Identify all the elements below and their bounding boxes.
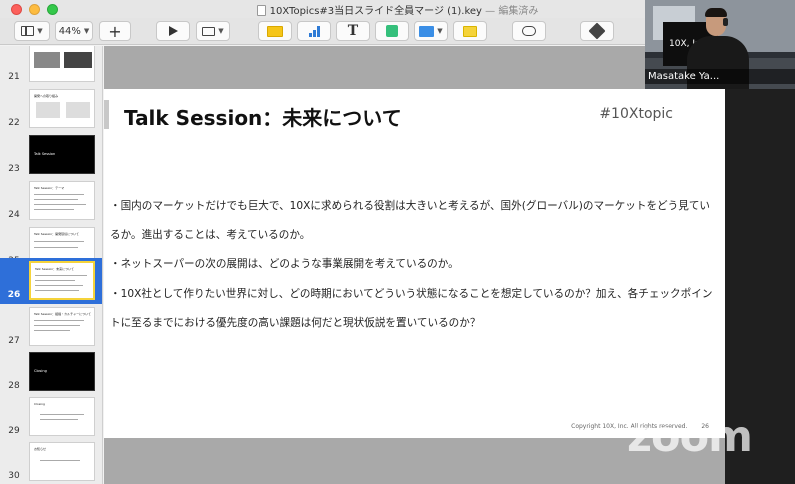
shape-button[interactable]: [375, 21, 409, 41]
keynote-live-button[interactable]: ▼: [196, 21, 230, 41]
title-accent-bar: [104, 100, 109, 129]
chevron-down-icon: ▼: [37, 27, 43, 35]
slide-thumbnail-23[interactable]: Talk Session 23: [0, 132, 102, 178]
add-icon: +: [108, 21, 122, 41]
chevron-down-icon: ▼: [218, 27, 224, 35]
collaborate-button[interactable]: [512, 21, 546, 41]
chart-icon: [308, 25, 320, 37]
chart-button[interactable]: [297, 21, 331, 41]
slide-thumbnail-28[interactable]: Closing 28: [0, 349, 102, 395]
slide-body-text[interactable]: ・国内のマーケットだけでも巨大で、10Xに求められる役割は大きいと考えるが、国外…: [110, 192, 718, 338]
slide-preview: Talk Session：未来について: [29, 261, 95, 300]
slide-preview: Talk Session：テーマ: [29, 181, 95, 220]
comment-button[interactable]: [453, 21, 487, 41]
slide-number: 24: [8, 210, 20, 220]
slide-preview: Talk Session：組織・カルチャーについて: [29, 307, 95, 346]
slide-thumbnail-27[interactable]: Talk Session：組織・カルチャーについて 27: [0, 304, 102, 350]
slide-hashtag[interactable]: #10Xtopic: [599, 106, 673, 122]
slide-preview: お知らせ: [29, 442, 95, 481]
slide-number: 23: [8, 164, 20, 174]
slide-preview: [29, 46, 95, 82]
collaborate-icon: [522, 26, 536, 36]
media-button[interactable]: ▼: [414, 21, 448, 41]
keynote-document-icon: [256, 5, 266, 16]
slide-title[interactable]: Talk Session：未来について: [124, 102, 402, 131]
shape-icon: [386, 25, 398, 37]
comment-icon: [463, 25, 477, 37]
slide-thumbnail-26[interactable]: Talk Session：未来について 26: [0, 258, 102, 304]
text-icon: T: [347, 23, 359, 39]
earphone-icon: [723, 18, 728, 26]
chevron-down-icon: ▼: [83, 27, 90, 35]
play-button[interactable]: [156, 21, 190, 41]
slide-preview: Closing: [29, 352, 95, 391]
slide-number: 21: [8, 72, 20, 82]
bullet-item: ・国内のマーケットだけでも巨大で、10Xに求められる役割は大きいと考えるが、国外…: [110, 200, 711, 242]
view-icon: [21, 26, 35, 36]
participant-name: Masatake Ya...: [645, 69, 795, 84]
media-icon: [419, 25, 435, 37]
play-icon: [168, 26, 178, 36]
slide-number: 22: [8, 118, 20, 128]
current-slide[interactable]: Talk Session：未来について #10Xtopic ・国内のマーケットだ…: [104, 89, 725, 438]
keynote-live-icon: [202, 26, 216, 36]
slide-thumbnail-22[interactable]: 開発への取り組み 22: [0, 86, 102, 132]
view-button[interactable]: ▼: [14, 21, 50, 41]
slide-thumbnail-29[interactable]: Closing 29: [0, 394, 102, 440]
slide-number: 27: [8, 336, 20, 346]
bullet-item: ・ネットスーパーの次の展開は、どのような事業展開を考えているのか。: [110, 258, 459, 271]
chevron-down-icon: ▼: [437, 27, 443, 35]
slide-number: 30: [8, 471, 20, 481]
slide-preview: 開発への取り組み: [29, 89, 95, 128]
format-icon: [588, 22, 606, 40]
webcam-video[interactable]: 10X, In Masatake Ya...: [645, 0, 795, 89]
table-icon: [267, 25, 283, 37]
slide-number: 26: [7, 290, 21, 300]
document-name: 10XTopics#3当日スライド全員マージ (1).key: [269, 6, 482, 17]
bullet-item: ・10X社として作りたい世界に対し、どの時期においてどういう状態になることを想定…: [110, 287, 713, 329]
add-slide-button[interactable]: +: [99, 21, 131, 41]
zoom-select[interactable]: 44% ▼: [55, 21, 93, 41]
slide-navigator[interactable]: 21 開発への取り組み 22 Talk Session 23 Talk Sess…: [0, 46, 103, 484]
document-status: — 編集済み: [485, 6, 539, 17]
zoom-watermark: zoom: [627, 412, 753, 462]
keynote-window: 10XTopics#3当日スライド全員マージ (1).key — 編集済み ▼ …: [0, 0, 795, 484]
text-button[interactable]: T: [336, 21, 370, 41]
format-button[interactable]: [580, 21, 614, 41]
slide-preview: Talk Session: [29, 135, 95, 174]
slide-preview: Closing: [29, 397, 95, 436]
table-button[interactable]: [258, 21, 292, 41]
slide-thumbnail-24[interactable]: Talk Session：テーマ 24: [0, 178, 102, 224]
slide-number: 28: [8, 381, 20, 391]
slide-number: 29: [8, 426, 20, 436]
zoom-level: 44%: [58, 25, 81, 37]
slide-thumbnail-30[interactable]: お知らせ 30: [0, 439, 102, 484]
slide-thumbnail-21[interactable]: 21: [0, 46, 102, 86]
